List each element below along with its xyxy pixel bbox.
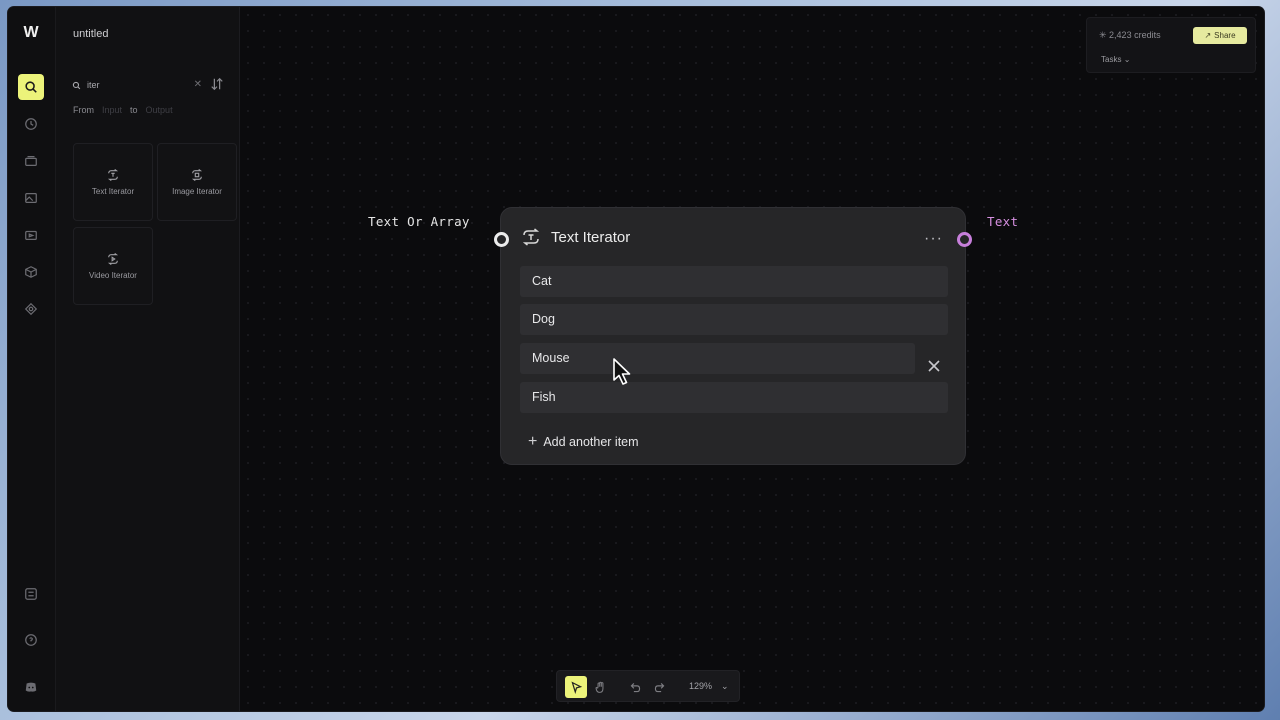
cube-icon[interactable] [18,259,44,285]
stack-icon[interactable] [18,148,44,174]
output-port-label: Text [987,214,1019,229]
chevron-down-icon[interactable]: ⌄ [721,681,729,692]
more-options-icon[interactable]: ··· [924,230,943,248]
add-item-button[interactable]: + Add another item [528,433,639,451]
undo-icon[interactable] [626,678,644,696]
canvas-toolbar: 129% ⌄ [556,670,740,702]
filter-to-label: to [130,105,138,115]
chevron-down-icon: ⌄ [1123,55,1131,64]
share-button[interactable]: ↗ Share [1193,27,1247,44]
tile-text-iterator[interactable]: Text Iterator [73,143,153,221]
tile-label: Image Iterator [172,186,222,196]
iterator-icon [522,228,540,246]
sparkle-icon: ✳ [1099,30,1110,40]
iterator-icon [191,168,203,181]
discord-icon[interactable] [18,674,44,700]
output-port[interactable] [957,232,972,247]
add-item-label: Add another item [543,435,639,449]
filter-from-label: From [73,105,94,115]
tile-video-iterator[interactable]: Video Iterator [73,227,153,305]
history-icon[interactable] [18,111,44,137]
account-panel: ✳ 2,423 credits ↗ Share Tasks ⌄ [1086,17,1256,73]
credits-count: ✳ 2,423 credits [1099,30,1161,40]
search-icon[interactable] [18,74,44,100]
tasks-dropdown[interactable]: Tasks ⌄ [1101,55,1130,64]
video-icon[interactable] [18,222,44,248]
search-input[interactable]: iter ✕ [66,75,202,95]
text-iterator-node[interactable]: Text Iterator ··· Cat Dog Mouse Fish + A… [494,207,972,465]
list-item[interactable]: Dog [520,304,948,335]
tile-label: Video Iterator [89,270,137,280]
app-logo[interactable]: W [20,24,42,42]
list-icon[interactable] [18,581,44,607]
mouse-cursor-icon [613,358,631,385]
node-library-panel: untitled iter ✕ From Input to Output Tex… [56,7,240,711]
filter-output-select[interactable]: Output [146,105,173,115]
hand-tool-icon[interactable] [591,678,609,696]
app-window: W untitled iter ✕ From Input to Output T… [8,7,1264,711]
search-value: iter [87,80,100,90]
search-icon [72,81,81,89]
document-title[interactable]: untitled [73,28,108,40]
list-item[interactable]: Fish [520,382,948,413]
share-icon: ↗ [1204,31,1212,40]
filter-input-select[interactable]: Input [102,105,122,115]
node-title: Text Iterator [551,228,631,246]
image-icon[interactable] [18,185,44,211]
list-item[interactable]: Mouse [520,343,915,374]
input-port[interactable] [494,232,509,247]
icon-rail: W [8,7,56,711]
input-port-label: Text Or Array [368,214,470,229]
zoom-level[interactable]: 129% [689,681,712,691]
redo-icon[interactable] [650,678,668,696]
sort-icon[interactable] [210,77,224,91]
plus-icon: + [528,433,538,450]
node-header: Text Iterator [521,228,630,246]
tile-image-iterator[interactable]: Image Iterator [157,143,237,221]
iterator-icon [107,252,119,265]
list-item[interactable]: Cat [520,266,948,297]
iterator-icon [107,168,119,181]
select-tool-icon[interactable] [565,676,587,698]
remove-item-icon[interactable] [925,357,943,375]
help-icon[interactable] [18,627,44,653]
io-filter: From Input to Output [73,105,173,115]
tile-label: Text Iterator [91,186,135,196]
workflow-canvas[interactable]: ✳ 2,423 credits ↗ Share Tasks ⌄ Text Or … [240,7,1264,711]
clear-search-icon[interactable]: ✕ [194,79,202,90]
plugin-icon[interactable] [18,296,44,322]
